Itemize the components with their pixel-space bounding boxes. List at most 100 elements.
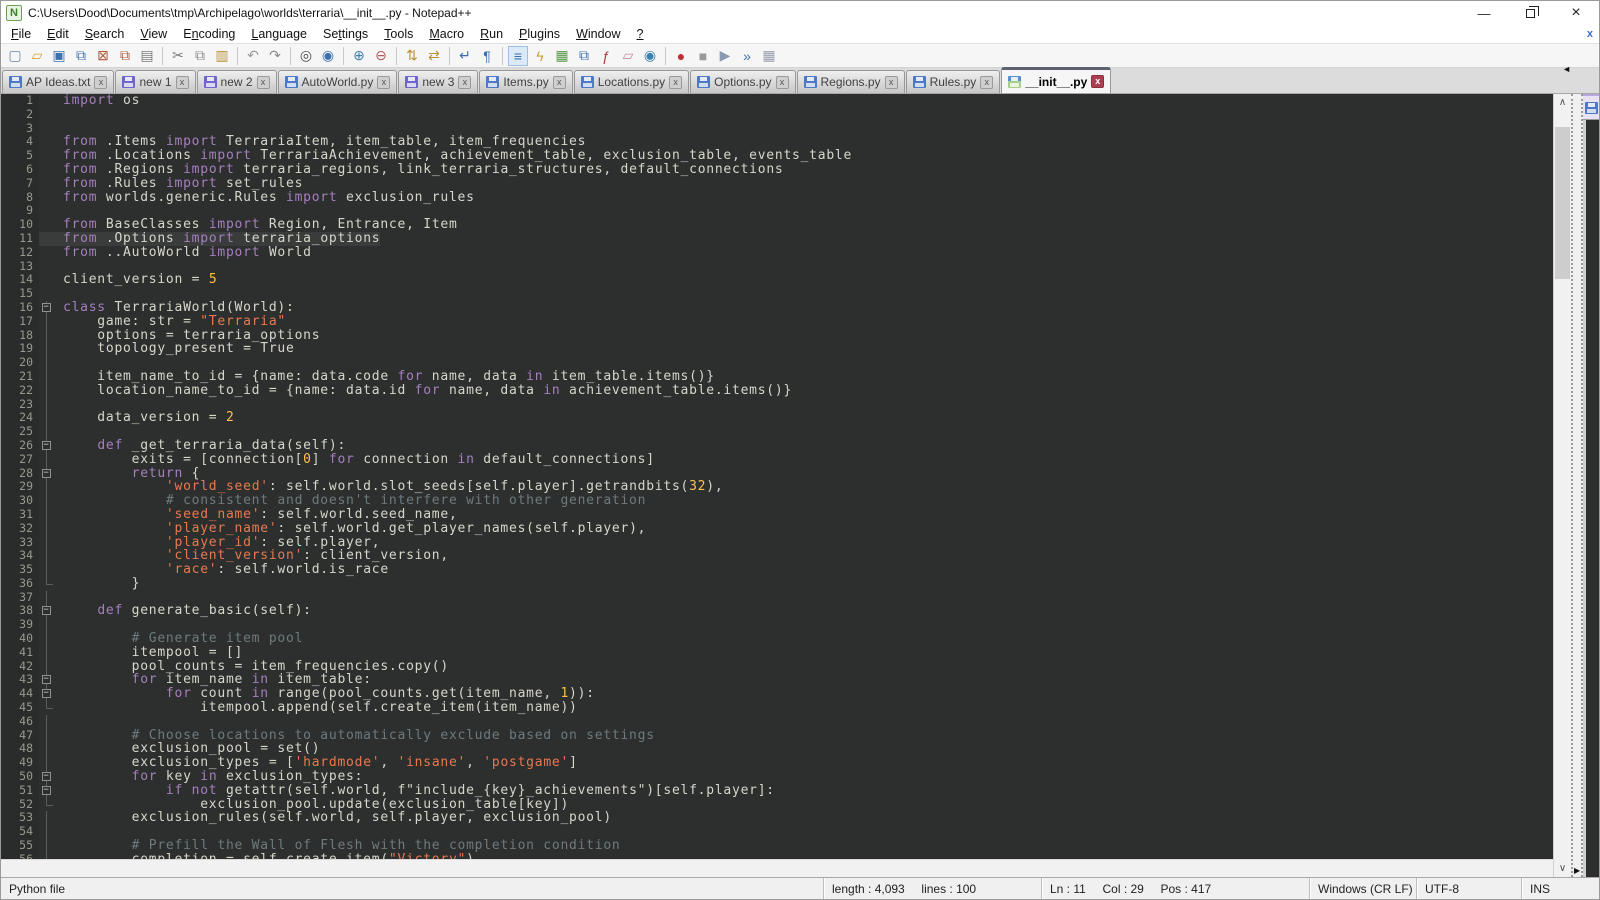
code-line[interactable]: 5from .Locations import TerrariaAchievem… xyxy=(1,149,1553,163)
code-line[interactable]: 26− def _get_terraria_data(self): xyxy=(1,439,1553,453)
tab-close-icon[interactable]: x xyxy=(94,76,107,89)
menu-window[interactable]: Window xyxy=(568,27,628,41)
code-line[interactable]: 15 xyxy=(1,287,1553,301)
code-line[interactable]: 34 'client_version': client_version, xyxy=(1,549,1553,563)
code-line[interactable]: 24 data_version = 2 xyxy=(1,411,1553,425)
scroll-up-icon[interactable]: ∧ xyxy=(1554,94,1571,111)
code-line[interactable]: 32 'player_name': self.world.get_player_… xyxy=(1,522,1553,536)
second-view-tab[interactable] xyxy=(1583,94,1599,120)
code-line[interactable]: 38− def generate_basic(self): xyxy=(1,604,1553,618)
tab-options-py[interactable]: Options.pyx xyxy=(690,70,795,93)
code-line[interactable]: 6from .Regions import terraria_regions, … xyxy=(1,163,1553,177)
code-line[interactable]: 17 game: str = "Terraria" xyxy=(1,315,1553,329)
code-editor[interactable]: 1import os234from .Items import Terraria… xyxy=(1,94,1553,859)
code-line[interactable]: 28− return { xyxy=(1,467,1553,481)
cut-icon[interactable]: ✂ xyxy=(168,46,188,66)
fold-collapse-icon[interactable]: − xyxy=(39,673,55,687)
fold-collapse-icon[interactable]: − xyxy=(39,467,55,481)
code-line[interactable]: 16−class TerrariaWorld(World): xyxy=(1,301,1553,315)
tab-ap-ideas-txt[interactable]: AP Ideas.txtx xyxy=(2,70,114,93)
code-line[interactable]: 9 xyxy=(1,204,1553,218)
menu-search[interactable]: Search xyxy=(77,27,133,41)
status-encoding[interactable]: UTF-8 xyxy=(1416,878,1521,899)
code-line[interactable]: 4from .Items import TerrariaItem, item_t… xyxy=(1,135,1553,149)
code-line[interactable]: 44− for count in range(pool_counts.get(i… xyxy=(1,687,1553,701)
tab-close-icon[interactable]: x xyxy=(553,76,566,89)
code-line[interactable]: 29 'world_seed': self.world.slot_seeds[s… xyxy=(1,480,1553,494)
function-completion-icon[interactable]: ϟ xyxy=(530,46,550,66)
undo-icon[interactable]: ↶ xyxy=(243,46,263,66)
tab-rules-py[interactable]: Rules.pyx xyxy=(906,70,1001,93)
zoom-out-icon[interactable]: ⊖ xyxy=(371,46,391,66)
replace-icon[interactable]: ◉ xyxy=(318,46,338,66)
tab-close-icon[interactable]: x xyxy=(377,76,390,89)
macro-run-multiple-icon[interactable]: » xyxy=(737,46,757,66)
close-file-icon[interactable]: ⊠ xyxy=(93,46,113,66)
scrollbar-thumb[interactable] xyxy=(1555,127,1570,279)
tab-regions-py[interactable]: Regions.pyx xyxy=(797,70,905,93)
code-line[interactable]: 35 'race': self.world.is_race xyxy=(1,563,1553,577)
show-all-characters-icon[interactable]: ¶ xyxy=(477,46,497,66)
code-line[interactable]: 48 exclusion_pool = set() xyxy=(1,742,1553,756)
code-line[interactable]: 7from .Rules import set_rules xyxy=(1,177,1553,191)
tab-close-icon[interactable]: x xyxy=(1091,75,1104,88)
macro-save-icon[interactable]: ▦ xyxy=(759,46,779,66)
fold-collapse-icon[interactable]: − xyxy=(39,301,55,315)
folder-as-workspace-icon[interactable]: ▱ xyxy=(618,46,638,66)
code-line[interactable]: 3 xyxy=(1,122,1553,136)
code-line[interactable]: 37 xyxy=(1,591,1553,605)
tab-close-icon[interactable]: x xyxy=(776,76,789,89)
function-list-icon[interactable]: ƒ xyxy=(596,46,616,66)
sync-horizontal-icon[interactable]: ⇄ xyxy=(424,46,444,66)
code-line[interactable]: 50− for key in exclusion_types: xyxy=(1,770,1553,784)
code-line[interactable]: 42 pool_counts = item_frequencies.copy() xyxy=(1,660,1553,674)
menu-view[interactable]: View xyxy=(132,27,175,41)
macro-record-icon[interactable]: ● xyxy=(671,46,691,66)
find-icon[interactable]: ◎ xyxy=(296,46,316,66)
code-line[interactable]: 54 xyxy=(1,825,1553,839)
tab-locations-py[interactable]: Locations.pyx xyxy=(574,70,689,93)
tab-new-2[interactable]: new 2x xyxy=(197,70,277,93)
menu-plugins[interactable]: Plugins xyxy=(511,27,568,41)
open-file-icon[interactable]: ▱ xyxy=(27,46,47,66)
menu-tools[interactable]: Tools xyxy=(376,27,421,41)
tab-__init__-py[interactable]: __init__.pyx xyxy=(1001,67,1111,93)
code-line[interactable]: 27 exits = [connection[0] for connection… xyxy=(1,453,1553,467)
show-indent-guide-icon[interactable]: ≡ xyxy=(508,46,528,66)
code-line[interactable]: 8from worlds.generic.Rules import exclus… xyxy=(1,191,1553,205)
scrollbar-track[interactable] xyxy=(1554,111,1571,860)
menu-language[interactable]: Language xyxy=(243,27,315,41)
code-line[interactable]: 21 item_name_to_id = {name: data.code fo… xyxy=(1,370,1553,384)
macro-stop-icon[interactable]: ■ xyxy=(693,46,713,66)
macro-play-icon[interactable]: ▶ xyxy=(715,46,735,66)
code-line[interactable]: 31 'seed_name': self.world.seed_name, xyxy=(1,508,1553,522)
code-line[interactable]: 43− for item_name in item_table: xyxy=(1,673,1553,687)
restore-button[interactable] xyxy=(1507,1,1553,25)
code-line[interactable]: 12from ..AutoWorld import World xyxy=(1,246,1553,260)
code-line[interactable]: 10from BaseClasses import Region, Entran… xyxy=(1,218,1553,232)
code-line[interactable]: 39 xyxy=(1,618,1553,632)
fold-collapse-icon[interactable]: − xyxy=(39,687,55,701)
tab-close-icon[interactable]: x xyxy=(458,76,471,89)
menu-encoding[interactable]: Encoding xyxy=(175,27,243,41)
tab-close-icon[interactable]: x xyxy=(669,76,682,89)
tab-close-icon[interactable]: x xyxy=(176,76,189,89)
tab-new-1[interactable]: new 1x xyxy=(115,70,195,93)
second-view-editor[interactable] xyxy=(1583,120,1599,877)
tab-close-icon[interactable]: x xyxy=(885,76,898,89)
save-icon[interactable]: ▣ xyxy=(49,46,69,66)
new-file-icon[interactable]: ▢ xyxy=(5,46,25,66)
word-wrap-icon[interactable]: ↵ xyxy=(455,46,475,66)
code-line[interactable]: 52 exclusion_pool.update(exclusion_table… xyxy=(1,798,1553,812)
code-line[interactable]: 2 xyxy=(1,108,1553,122)
fold-collapse-icon[interactable]: − xyxy=(39,604,55,618)
code-line[interactable]: 45 itempool.append(self.create_item(item… xyxy=(1,701,1553,715)
tab-items-py[interactable]: Items.pyx xyxy=(479,70,572,93)
status-eol-format[interactable]: Windows (CR LF) xyxy=(1309,878,1416,899)
code-line[interactable]: 23 xyxy=(1,398,1553,412)
code-line[interactable]: 51− if not getattr(self.world, f"include… xyxy=(1,784,1553,798)
zoom-in-icon[interactable]: ⊕ xyxy=(349,46,369,66)
code-line[interactable]: 33 'player_id': self.player, xyxy=(1,536,1553,550)
code-line[interactable]: 36 } xyxy=(1,577,1553,591)
tab-new-3[interactable]: new 3x xyxy=(398,70,478,93)
